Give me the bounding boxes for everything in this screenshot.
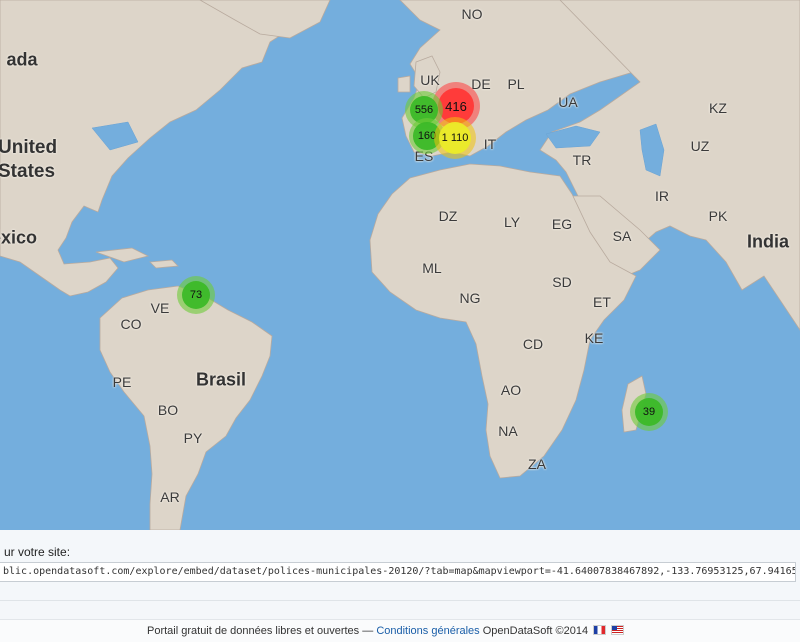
country-label-uz: UZ (690, 138, 710, 154)
footer-text: Portail gratuit de données libres et ouv… (147, 625, 374, 637)
terms-link[interactable]: Conditions générales (376, 625, 479, 637)
country-label-ke: KE (584, 330, 604, 346)
country-label-ly: LY (503, 214, 521, 230)
country-label-pe: PE (112, 374, 132, 390)
cluster-marker-39[interactable]: 39 (630, 393, 668, 431)
cluster-count: 73 (181, 280, 211, 310)
country-label-za: ZA (528, 456, 546, 472)
country-label-ng: NG (459, 290, 481, 306)
footer: Portail gratuit de données libres et ouv… (0, 619, 800, 642)
country-label-uk: UK (420, 72, 440, 88)
fr-flag-icon[interactable] (593, 625, 607, 635)
country-label-ar: AR (160, 489, 180, 505)
divider (0, 600, 800, 601)
cluster-count: 1 110 (439, 122, 471, 154)
footer-copyright: OpenDataSoft ©2014 (482, 625, 589, 637)
country-label-united-states: United States (0, 137, 58, 182)
cluster-marker-1110[interactable]: 1 110 (434, 117, 476, 159)
country-label-kz: KZ (709, 100, 727, 116)
country-label-sd: SD (552, 274, 572, 290)
embed-code-field[interactable]: blic.opendatasoft.com/explore/embed/data… (0, 562, 796, 582)
country-label-na: NA (498, 423, 518, 439)
embed-section: ur votre site: blic.opendatasoft.com/exp… (0, 530, 800, 625)
country-label-ada: ada (6, 49, 38, 70)
country-label-mexico: éxico (0, 227, 38, 248)
map-viewport[interactable]: adaUnited StateséxicoNOUKDEPLUAKZUZESITT… (0, 0, 800, 530)
country-label-ml: ML (422, 260, 442, 276)
country-label-brasil: Brasil (195, 369, 247, 390)
country-label-no: NO (461, 6, 483, 22)
country-label-et: ET (593, 294, 611, 310)
us-flag-icon[interactable] (611, 625, 625, 635)
country-label-cd: CD (522, 336, 544, 352)
country-label-india: India (746, 231, 790, 252)
country-label-tr: TR (572, 152, 592, 168)
country-label-pk: PK (708, 208, 728, 224)
country-label-ir: IR (655, 188, 669, 204)
country-label-it: IT (483, 136, 497, 152)
cluster-count: 39 (634, 397, 664, 427)
country-label-ve: VE (150, 300, 170, 316)
country-label-eg: EG (551, 216, 573, 232)
land-layer (0, 0, 800, 530)
country-label-py: PY (183, 430, 203, 446)
country-label-bo: BO (157, 402, 179, 418)
country-label-ao: AO (500, 382, 522, 398)
country-label-dz: DZ (438, 208, 458, 224)
embed-label: ur votre site: (4, 545, 71, 559)
country-label-ua: UA (558, 94, 578, 110)
cluster-marker-73[interactable]: 73 (177, 276, 215, 314)
country-label-co: CO (120, 316, 142, 332)
country-label-sa: SA (612, 228, 632, 244)
country-label-pl: PL (507, 76, 525, 92)
